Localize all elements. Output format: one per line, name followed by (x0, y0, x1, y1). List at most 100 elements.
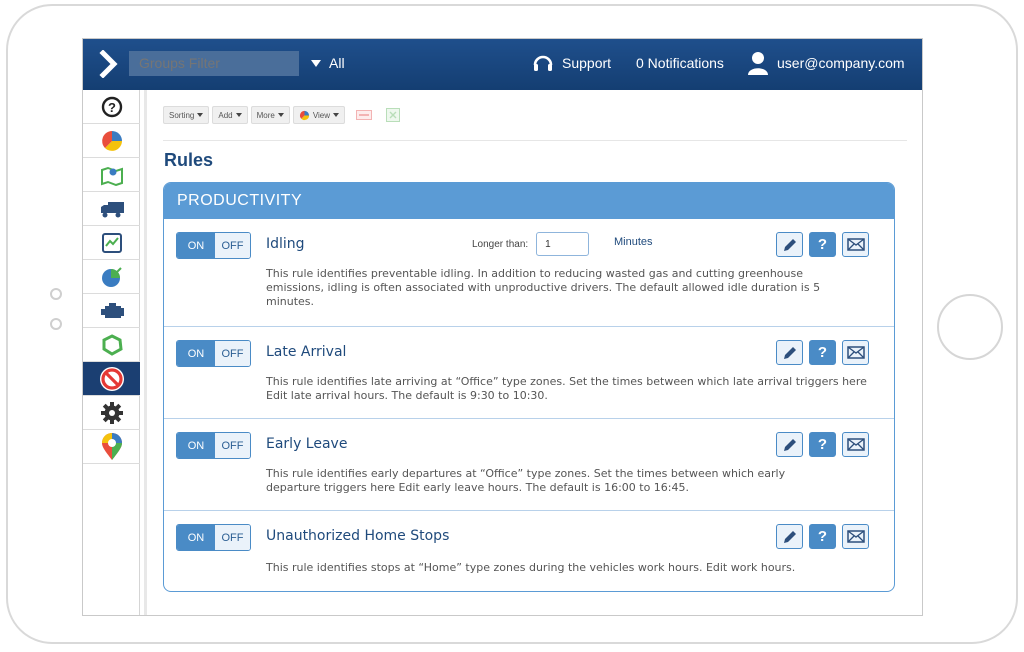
rule-name: Idling (266, 236, 305, 252)
pencil-icon (783, 238, 796, 251)
rule-description: This rule identifies stops at “Home” typ… (266, 561, 796, 574)
page-title: Rules (164, 150, 214, 170)
triangle-down-icon (333, 113, 340, 117)
more-button[interactable]: More (250, 106, 290, 124)
sidebar-item-vehicles[interactable] (83, 192, 140, 226)
edit-button[interactable] (776, 524, 803, 549)
sidebar-item-zones[interactable] (83, 328, 140, 362)
triangle-down-icon (197, 113, 204, 117)
rule-unauthorized-home-stops: ON OFF Unauthorized Home Stops ? This ru… (164, 511, 894, 591)
groups-all-dropdown[interactable]: All (311, 55, 345, 71)
toggle-off[interactable]: OFF (215, 525, 250, 550)
rule-description: This rule identifies late arriving at “O… (266, 375, 867, 402)
support-link[interactable]: Support (532, 52, 611, 74)
marketplace-pin-icon (101, 432, 122, 460)
line-chart-icon (101, 232, 122, 253)
tablet-home-button (937, 294, 1003, 360)
pencil-icon (783, 346, 796, 359)
on-off-toggle[interactable]: ON OFF (176, 340, 251, 367)
rule-description: This rule identifies preventable idling.… (266, 267, 821, 308)
rule-early-leave: ON OFF Early Leave ? This rule identifie… (164, 419, 894, 511)
groups-filter-input[interactable] (129, 51, 299, 76)
sidebar-item-settings[interactable] (83, 396, 140, 430)
view-label: View (312, 110, 331, 120)
view-button[interactable]: View (292, 106, 346, 124)
chevron-right-icon[interactable] (95, 50, 123, 78)
user-menu[interactable]: user@company.com (747, 51, 905, 75)
longer-than-input[interactable] (536, 232, 590, 256)
sidebar-item-activity[interactable] (83, 226, 140, 260)
tablet-camera-dot (50, 318, 62, 330)
sidebar-item-exceptions[interactable] (83, 260, 140, 294)
add-label: Add (218, 110, 233, 120)
pdf-export-button[interactable] (354, 106, 374, 124)
edit-button[interactable] (776, 232, 803, 257)
rule-name: Late Arrival (266, 344, 347, 360)
map-icon (100, 166, 123, 186)
rule-name: Unauthorized Home Stops (266, 528, 450, 544)
toggle-on[interactable]: ON (177, 525, 215, 550)
add-button[interactable]: Add (212, 106, 248, 124)
edit-button[interactable] (776, 432, 803, 457)
edit-button[interactable] (776, 340, 803, 365)
rule-actions: ? (776, 340, 869, 365)
excel-export-button[interactable] (383, 106, 403, 124)
sorting-button[interactable]: Sorting (163, 106, 210, 124)
rule-actions: ? (776, 232, 869, 257)
section-header: PRODUCTIVITY (164, 183, 894, 219)
email-button[interactable] (842, 432, 869, 457)
app-screen: All Support 0 Notifications user@company… (82, 38, 923, 616)
more-label: More (256, 110, 275, 120)
sidebar-item-dashboard[interactable] (83, 124, 140, 158)
triangle-down-icon (235, 113, 242, 117)
on-off-toggle[interactable]: ON OFF (176, 432, 251, 459)
rule-actions: ? (776, 432, 869, 457)
notifications-link[interactable]: 0 Notifications (636, 55, 724, 71)
triangle-down-icon (277, 113, 284, 117)
sorting-label: Sorting (169, 110, 195, 120)
all-label: All (329, 55, 345, 71)
sidebar-item-help[interactable]: ? (83, 90, 140, 124)
longer-than-label: Longer than: (472, 238, 529, 250)
rule-actions: ? (776, 524, 869, 549)
envelope-icon (846, 438, 865, 451)
rule-late-arrival: ON OFF Late Arrival ? This rule identifi… (164, 327, 894, 419)
toggle-on[interactable]: ON (177, 233, 215, 258)
user-email: user@company.com (777, 55, 905, 71)
sidebar-item-engine[interactable] (83, 294, 140, 328)
toolbar-divider (163, 140, 907, 141)
minutes-unit: Minutes (614, 236, 653, 248)
productivity-panel: PRODUCTIVITY ON OFF Idling Longer than: … (163, 182, 895, 592)
email-button[interactable] (842, 232, 869, 257)
help-button[interactable]: ? (809, 524, 836, 549)
email-button[interactable] (842, 524, 869, 549)
rule-idling: ON OFF Idling Longer than: Minutes ? (164, 219, 894, 327)
on-off-toggle[interactable]: ON OFF (176, 524, 251, 551)
sidebar-item-marketplace[interactable] (83, 430, 140, 464)
on-off-toggle[interactable]: ON OFF (176, 232, 251, 259)
exceptions-pie-icon (101, 266, 122, 287)
help-button[interactable]: ? (809, 432, 836, 457)
svg-text:?: ? (108, 100, 116, 115)
envelope-icon (846, 530, 865, 543)
headset-icon (533, 55, 553, 71)
toggle-off[interactable]: OFF (215, 433, 250, 458)
triangle-down-icon (311, 59, 321, 67)
sidebar-item-map[interactable] (83, 158, 140, 192)
sidebar-item-rules[interactable] (83, 362, 140, 396)
truck-icon (100, 201, 124, 217)
rules-prohibit-icon (99, 366, 124, 391)
help-button[interactable]: ? (809, 340, 836, 365)
pencil-icon (783, 530, 796, 543)
help-button[interactable]: ? (809, 232, 836, 257)
envelope-icon (846, 238, 865, 251)
toggle-off[interactable]: OFF (215, 341, 250, 366)
sidebar-nav: ? (83, 90, 140, 615)
toggle-off[interactable]: OFF (215, 233, 250, 258)
email-button[interactable] (842, 340, 869, 365)
toggle-on[interactable]: ON (177, 341, 215, 366)
gear-icon (100, 401, 123, 424)
zone-icon (102, 333, 123, 356)
toggle-on[interactable]: ON (177, 433, 215, 458)
help-icon: ? (101, 96, 122, 117)
